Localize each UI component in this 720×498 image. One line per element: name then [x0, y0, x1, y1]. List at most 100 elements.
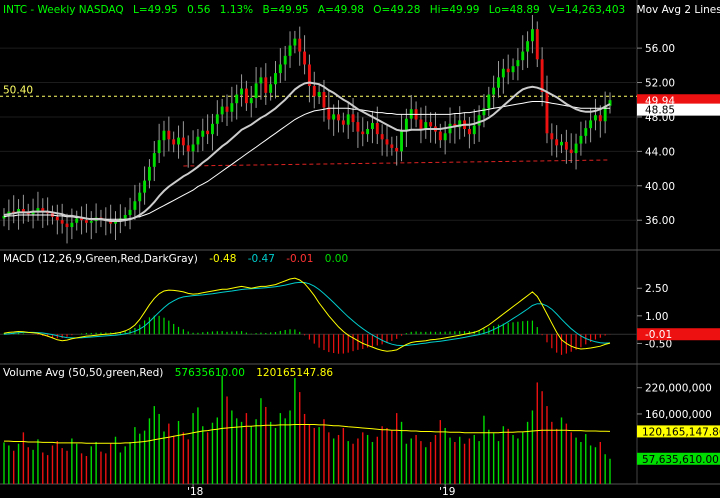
candle-body — [288, 45, 292, 56]
candle-body — [555, 139, 559, 146]
candle-body — [497, 77, 500, 88]
candle-body — [327, 107, 331, 120]
histogram-value: -0.01 — [286, 253, 313, 265]
candle-body — [395, 147, 399, 152]
candle-body — [215, 114, 219, 124]
candle-body — [569, 149, 573, 154]
candle-body — [138, 192, 142, 202]
candle-body — [598, 115, 602, 122]
candle-body — [317, 91, 321, 97]
candle-body — [448, 123, 452, 134]
candle-body — [55, 216, 59, 221]
candle-body — [385, 139, 389, 145]
candle-body — [143, 180, 147, 193]
candle-body — [443, 133, 447, 141]
candle-body — [283, 55, 287, 65]
candle-body — [351, 114, 355, 123]
macd-tick-label: 1.00 — [645, 311, 668, 323]
candle-body — [404, 118, 408, 131]
macd-header: MACD (12,26,9,Green,Red,DarkGray) -0.48 … — [3, 253, 348, 265]
candle-body — [506, 68, 510, 73]
candle-body — [240, 88, 244, 95]
candle-body — [298, 38, 302, 52]
candle-body — [477, 115, 481, 126]
volume-current: 57635610.00 — [175, 367, 245, 379]
candle-body — [133, 201, 137, 210]
candle-body — [380, 134, 384, 140]
low-price: Lo=48.89 — [489, 4, 540, 16]
candle-body — [244, 88, 248, 104]
candle-body — [366, 128, 370, 135]
price-tick-label: 40.00 — [645, 181, 675, 193]
price-tick-label: 56.00 — [645, 43, 675, 55]
volume-badge-label: 57,635,610.00 — [642, 454, 719, 466]
last-price: L=49.95 — [133, 4, 178, 16]
candle-body — [152, 153, 156, 167]
volume-tick-label: 160,000,000 — [645, 409, 712, 421]
candle-body — [249, 98, 253, 104]
stock-chart: 50.40 56.0052.0048.0044.0040.0036.0049.9… — [0, 0, 720, 498]
candle-body — [501, 68, 505, 78]
candle-body — [220, 106, 224, 115]
candle-body — [492, 87, 496, 95]
macd-value: -0.48 — [209, 253, 236, 265]
candle-body — [545, 91, 549, 134]
candle-body — [70, 222, 74, 228]
candle-body — [579, 135, 583, 144]
candle-body — [516, 60, 520, 67]
candle-body — [128, 209, 132, 216]
candle-body — [594, 115, 597, 121]
candle-body — [60, 220, 64, 224]
candle-body — [162, 130, 166, 141]
symbol-label: INTC - Weekly NASDAQ — [3, 4, 124, 16]
candle-body — [487, 94, 491, 109]
bid-price: B=49.95 — [263, 4, 309, 16]
candle-body — [65, 223, 69, 228]
volume-value: V=14,263,403 — [549, 4, 625, 16]
candle-body — [191, 144, 195, 152]
candle-body — [540, 59, 544, 92]
candle-body — [211, 123, 214, 135]
candle-body — [341, 120, 345, 125]
zero-value: 0.00 — [325, 253, 348, 265]
candle-body — [186, 145, 190, 152]
candle-body — [303, 51, 307, 65]
candle-body — [375, 122, 379, 135]
candle-body — [370, 122, 374, 129]
candle-body — [254, 83, 258, 99]
ask-price: A=49.98 — [318, 4, 364, 16]
candle-body — [196, 136, 200, 145]
candle-body — [472, 125, 476, 135]
candle-body — [89, 221, 93, 223]
candle-body — [332, 114, 336, 120]
candle-body — [312, 85, 316, 97]
candle-body — [530, 29, 534, 42]
candle-body — [274, 73, 277, 85]
candle-body — [550, 133, 554, 140]
candle-body — [147, 166, 151, 181]
candle-body — [574, 143, 578, 154]
candle-body — [181, 137, 185, 146]
candle-body — [278, 64, 282, 74]
candle-body — [438, 131, 442, 141]
volume-average: 120165147.86 — [256, 367, 333, 379]
volume-badge-label: 120,165,147.86 — [642, 426, 720, 438]
candle-body — [172, 139, 176, 145]
price-tick-label: 52.00 — [645, 78, 675, 90]
candle-body — [264, 77, 268, 93]
candle-body — [511, 66, 515, 73]
candle-body — [356, 122, 360, 132]
candle-body — [521, 51, 525, 61]
candle-body — [482, 108, 486, 116]
candle-body — [584, 128, 588, 136]
candle-body — [167, 130, 171, 140]
candle-body — [337, 114, 340, 121]
macd-label: MACD (12,26,9,Green,Red,DarkGray) — [3, 253, 198, 265]
macd-badge-label: -0.01 — [645, 329, 672, 341]
candle-body — [526, 41, 530, 52]
candle-body — [467, 128, 471, 135]
candle-body — [589, 120, 593, 129]
candle-body — [361, 131, 365, 135]
candle-body — [535, 29, 539, 60]
candle-body — [424, 122, 428, 129]
